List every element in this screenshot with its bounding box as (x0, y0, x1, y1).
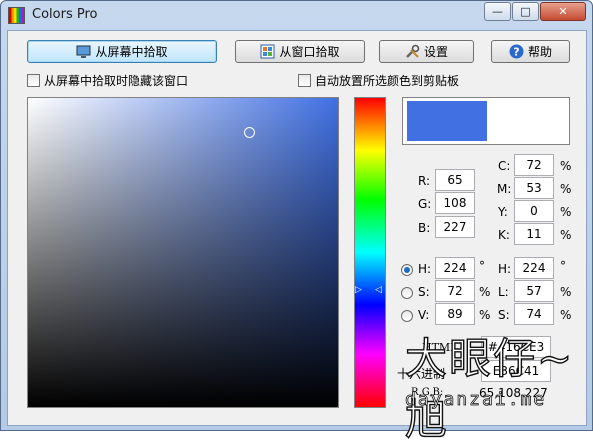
pick-from-window-button[interactable]: 从窗口拾取 (235, 40, 365, 63)
hue-slider[interactable] (354, 97, 386, 408)
hex-code-label: 十六进制 (397, 367, 446, 381)
color-picker-square[interactable] (27, 97, 339, 408)
rgb-code-label: R,G,B: (411, 387, 444, 398)
g-field[interactable]: 108 (435, 192, 475, 214)
y-field[interactable]: 0 (514, 200, 554, 222)
m-unit: % (560, 182, 572, 196)
k-field[interactable]: 11 (514, 223, 554, 245)
hsv-s-field[interactable]: 72 (435, 280, 475, 302)
y-unit: % (560, 205, 572, 219)
hsl-s-field[interactable]: 74 (514, 303, 554, 325)
m-label: M: (497, 182, 512, 196)
auto-copy-checkbox[interactable]: 自动放置所选颜色到剪贴板 (298, 72, 459, 89)
hsl-h-field[interactable]: 224 (514, 257, 554, 279)
hsl-s-unit: % (560, 308, 572, 322)
hsv-v-radio[interactable] (401, 310, 413, 322)
client-area: 从屏幕中拾取 从窗口拾取 设置 ? 帮助 从屏幕中拾取时隐藏该窗口 自动放置所选… (7, 30, 587, 445)
html-code-field[interactable]: #416CE3 (481, 336, 551, 358)
hsv-s-unit: % (479, 285, 491, 299)
hsv-h-radio[interactable] (401, 264, 413, 276)
settings-button[interactable]: 设置 (379, 40, 474, 63)
c-label: C: (498, 159, 511, 173)
hsv-s-label: S: (418, 285, 430, 299)
html-code-label: HTML (422, 341, 458, 354)
hsl-h-unit: ° (560, 259, 566, 273)
hsl-l-unit: % (560, 285, 572, 299)
color-preview (402, 97, 570, 145)
hex-code-field[interactable]: E36C41 (481, 360, 551, 382)
help-label: 帮助 (527, 45, 552, 59)
hsl-l-label: L: (498, 285, 509, 299)
help-icon: ? (509, 44, 524, 59)
hide-window-label: 从屏幕中拾取时隐藏该窗口 (44, 74, 189, 88)
hsv-h-label: H: (418, 262, 432, 276)
hsl-s-label: S: (498, 308, 510, 322)
svg-text:?: ? (513, 46, 519, 59)
k-label: K: (498, 228, 510, 242)
r-label: R: (418, 174, 431, 188)
checkbox-box[interactable] (27, 74, 40, 87)
app-icon (8, 7, 25, 24)
window-title: Colors Pro (32, 7, 98, 22)
monitor-icon (76, 44, 91, 59)
y-label: Y: (498, 205, 508, 219)
title-bar[interactable]: Colors Pro — □ ✕ (1, 1, 592, 29)
m-field[interactable]: 53 (514, 177, 554, 199)
auto-copy-label: 自动放置所选颜色到剪贴板 (315, 74, 460, 88)
hsv-v-unit: % (479, 308, 491, 322)
hsv-h-field[interactable]: 224 (435, 257, 475, 279)
pick-from-screen-button[interactable]: 从屏幕中拾取 (27, 40, 217, 63)
checkbox-box[interactable] (298, 74, 311, 87)
close-button[interactable]: ✕ (540, 2, 586, 21)
tools-icon (405, 44, 420, 59)
minimize-button[interactable]: — (484, 2, 511, 21)
window-grid-icon (260, 44, 275, 59)
c-unit: % (560, 159, 572, 173)
app-window: Colors Pro — □ ✕ 从屏幕中拾取 从窗口拾取 设置 ? 帮助 从屏… (0, 0, 593, 445)
k-unit: % (560, 228, 572, 242)
picker-cursor[interactable] (244, 127, 255, 138)
hsv-s-radio[interactable] (401, 287, 413, 299)
g-label: G: (418, 197, 432, 211)
hsv-h-unit: ° (479, 259, 485, 273)
r-field[interactable]: 65 (435, 169, 475, 191)
help-button[interactable]: ? 帮助 (491, 40, 570, 63)
b-label: B: (418, 221, 431, 235)
rgb-code-value[interactable]: 65,108,227 (479, 386, 548, 400)
pick-from-screen-label: 从屏幕中拾取 (95, 45, 168, 59)
hsv-v-field[interactable]: 89 (435, 303, 475, 325)
settings-label: 设置 (423, 45, 448, 59)
hue-slider-handle-right[interactable]: ◁ (375, 285, 382, 295)
hue-slider-handle-left[interactable]: ▷ (355, 285, 362, 295)
b-field[interactable]: 227 (435, 216, 475, 238)
hsv-v-label: V: (418, 308, 430, 322)
current-color-swatch (407, 101, 487, 141)
pick-from-window-label: 从窗口拾取 (279, 45, 340, 59)
hide-window-checkbox[interactable]: 从屏幕中拾取时隐藏该窗口 (27, 72, 188, 89)
hsl-h-label: H: (498, 262, 512, 276)
maximize-button[interactable]: □ (512, 2, 539, 21)
c-field[interactable]: 72 (514, 154, 554, 176)
hsl-l-field[interactable]: 57 (514, 280, 554, 302)
